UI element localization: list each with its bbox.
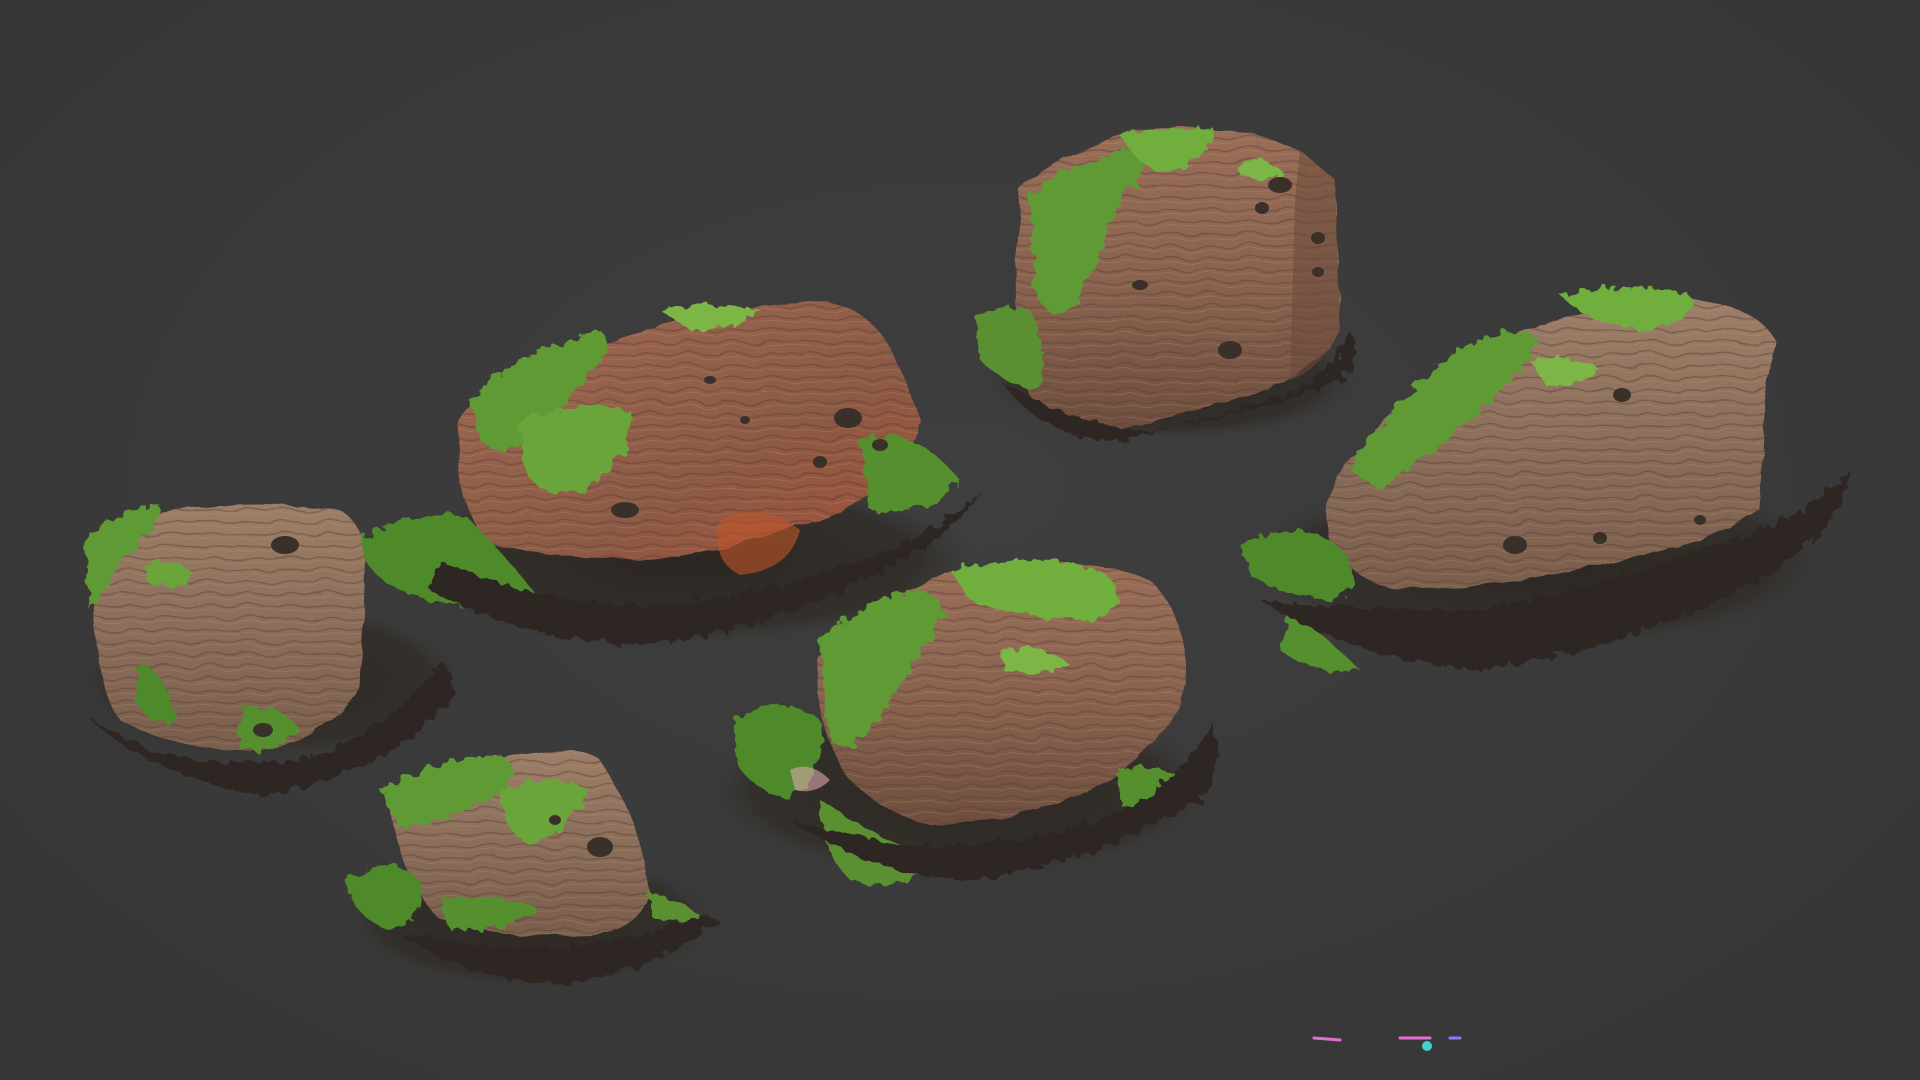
rock-small-bottom-left[interactable] [340, 751, 720, 990]
rock-side-face [1290, 150, 1340, 380]
scene-canvas[interactable] [0, 0, 1920, 1080]
rock-large-upper-left[interactable] [360, 300, 980, 645]
rock-long-right[interactable] [1240, 287, 1850, 671]
gizmo-center [1422, 1041, 1432, 1051]
gizmo-axis-x [1312, 1036, 1342, 1042]
axis-gizmo-icon[interactable] [1300, 1030, 1480, 1060]
3d-viewport[interactable] [0, 0, 1920, 1080]
rock-tall-top-center[interactable] [975, 126, 1360, 441]
